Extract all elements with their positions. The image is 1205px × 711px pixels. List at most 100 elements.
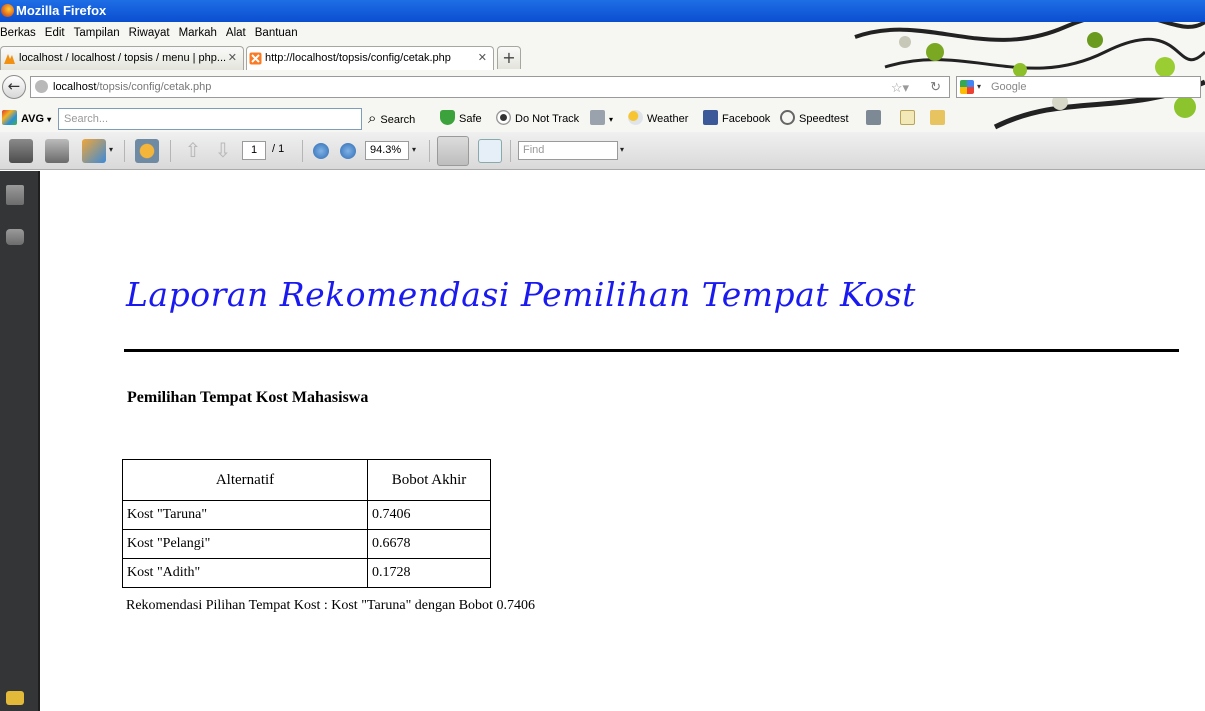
window-title: Mozilla Firefox — [16, 3, 107, 18]
toolbar-divider — [510, 140, 511, 162]
fit-width-icon[interactable] — [437, 136, 469, 166]
page-number-input[interactable]: 1 — [242, 141, 266, 160]
header-bobot-akhir: Bobot Akhir — [367, 459, 491, 501]
find-input[interactable]: Find — [518, 141, 618, 160]
shield-icon — [440, 110, 455, 125]
speedometer-icon — [780, 110, 795, 125]
menu-riwayat[interactable]: Riwayat — [129, 22, 170, 44]
toolbar-divider — [170, 140, 171, 162]
tab-cetak[interactable]: http://localhost/topsis/config/cetak.php… — [246, 46, 494, 70]
avg-speedtest-button[interactable]: Speedtest — [780, 110, 849, 128]
chevron-down-icon: ▾ — [609, 115, 614, 124]
zoom-input[interactable]: 94.3% — [365, 141, 409, 160]
avg-search-button[interactable]: ⌕ Search — [368, 110, 415, 129]
cell-alternatif: Kost "Adith" — [122, 558, 368, 588]
table-row: Kost "Adith" 0.1728 — [122, 558, 491, 588]
menu-edit[interactable]: Edit — [45, 22, 65, 44]
avg-speedtest-label: Speedtest — [799, 113, 849, 125]
cell-alternatif: Kost "Pelangi" — [122, 529, 368, 559]
chevron-down-icon[interactable]: ▾ — [109, 145, 113, 154]
menu-bar: Berkas Edit Tampilan Riwayat Markah Alat Bantu… — [0, 22, 307, 44]
page-total: / 1 — [272, 143, 285, 155]
avg-safe-button[interactable]: Safe — [440, 110, 482, 128]
share-icon[interactable] — [82, 139, 106, 163]
table-header-row: Alternatif Bobot Akhir — [122, 459, 491, 501]
avg-trash-button[interactable]: ▾ — [590, 110, 613, 129]
zoom-out-icon[interactable] — [313, 143, 329, 159]
print-icon[interactable] — [9, 139, 33, 163]
toolbar-divider — [124, 140, 125, 162]
eye-icon — [496, 110, 511, 125]
tab-phpmyadmin[interactable]: localhost / localhost / topsis / menu | … — [0, 46, 244, 70]
table-row: Kost "Pelangi" 0.6678 — [122, 529, 491, 559]
calculator-button[interactable] — [866, 110, 885, 128]
avg-dnt-button[interactable]: Do Not Track — [496, 110, 579, 128]
search-bar[interactable]: ▾ Google — [956, 76, 1201, 98]
search-bar-placeholder: Google — [991, 81, 1027, 93]
save-icon[interactable] — [45, 139, 69, 163]
fit-page-icon[interactable] — [478, 139, 502, 163]
pdf-toolbar: ▾ ⇧ ⇩ 1 / 1 94.3% ▾ Find ▾ — [0, 132, 1205, 170]
new-tab-button[interactable]: + — [497, 46, 521, 69]
title-divider — [124, 349, 1179, 352]
site-identity-icon — [35, 80, 48, 93]
avg-safe-label: Safe — [459, 113, 482, 125]
report-title: Laporan Rekomendasi Pemilihan Tempat Kos… — [126, 275, 916, 314]
browser-chrome: Berkas Edit Tampilan Riwayat Markah Alat Bantu… — [0, 22, 1205, 132]
facebook-icon — [703, 110, 718, 125]
phpmyadmin-icon — [4, 54, 15, 64]
reload-icon[interactable]: ↻ — [930, 77, 941, 97]
arrow-left-icon: ← — [7, 77, 21, 95]
window-titlebar: Mozilla Firefox — [0, 0, 1205, 22]
arrow-down-icon[interactable]: ⇩ — [211, 139, 235, 163]
avg-logo[interactable]: AVG ▾ — [2, 110, 51, 129]
report-subtitle: Pemilihan Tempat Kost Mahasiswa — [127, 389, 369, 406]
menu-bantuan[interactable]: Bantuan — [255, 22, 298, 44]
binoculars-icon[interactable] — [6, 229, 24, 245]
cell-bobot: 0.1728 — [367, 558, 491, 588]
avg-toolbar: AVG ▾ Search... ⌕ Search Safe Do Not Trac… — [0, 106, 1205, 132]
avg-weather-label: Weather — [647, 113, 689, 125]
table-row: Kost "Taruna" 0.7406 — [122, 500, 491, 530]
menu-tampilan[interactable]: Tampilan — [74, 22, 120, 44]
bookmark-star-icon[interactable]: ☆▾ — [891, 78, 909, 98]
avg-weather-button[interactable]: Weather — [628, 110, 688, 128]
snippets-button[interactable] — [930, 110, 949, 128]
tab-label: localhost / localhost / topsis / menu | … — [19, 52, 227, 64]
pages-icon[interactable] — [6, 185, 24, 205]
search-icon: ⌕ — [368, 110, 377, 127]
cell-bobot: 0.7406 — [367, 500, 491, 530]
chevron-down-icon[interactable]: ▾ — [977, 77, 981, 97]
avg-logo-icon — [2, 110, 17, 125]
xampp-icon — [249, 52, 262, 65]
avg-search-placeholder: Search... — [64, 113, 109, 125]
notes-button[interactable] — [900, 110, 919, 128]
close-icon[interactable]: ✕ — [478, 47, 487, 69]
zoom-in-icon[interactable] — [340, 143, 356, 159]
results-table: Alternatif Bobot Akhir Kost "Taruna" 0.7… — [122, 459, 491, 588]
avg-brand: AVG — [21, 113, 45, 125]
back-button[interactable]: ← — [2, 75, 26, 99]
pdf-document-page: Laporan Rekomendasi Pemilihan Tempat Kos… — [42, 171, 1205, 711]
avg-search-input[interactable]: Search... — [58, 108, 362, 130]
chevron-down-icon[interactable]: ▾ — [412, 145, 416, 154]
menu-markah[interactable]: Markah — [179, 22, 217, 44]
navigation-bar: ← localhost/topsis/config/cetak.php ☆▾ ↻… — [0, 72, 1205, 102]
find-placeholder: Find — [523, 144, 545, 156]
chevron-down-icon: ▾ — [47, 115, 52, 124]
trash-icon — [590, 110, 605, 125]
pdf-navigation-pane — [0, 171, 40, 711]
menu-alat[interactable]: Alat — [226, 22, 246, 44]
chevron-down-icon[interactable]: ▾ — [620, 145, 624, 154]
close-icon[interactable]: ✕ — [228, 47, 237, 69]
comment-icon[interactable] — [6, 691, 24, 705]
tab-label: http://localhost/topsis/config/cetak.php — [265, 52, 451, 64]
arrow-up-icon[interactable]: ⇧ — [181, 139, 205, 163]
settings-gear-icon[interactable] — [135, 139, 159, 163]
notepad-icon — [900, 110, 915, 125]
page-current: 1 — [250, 144, 258, 156]
tab-bar: localhost / localhost / topsis / menu | … — [0, 46, 1205, 70]
menu-berkas[interactable]: Berkas — [0, 22, 36, 44]
avg-facebook-button[interactable]: Facebook — [703, 110, 770, 128]
url-bar[interactable]: localhost/topsis/config/cetak.php ☆▾ ↻ — [30, 76, 950, 98]
